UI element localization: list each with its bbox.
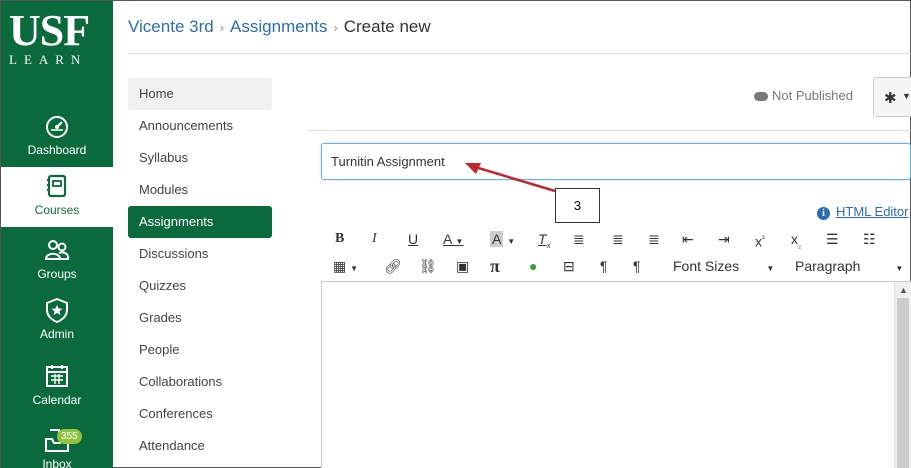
background-color-icon[interactable]: A ▼: [490, 228, 515, 253]
nav-courses-label: Courses: [34, 203, 80, 217]
subscript-icon[interactable]: x₂: [791, 228, 801, 257]
nav-dashboard[interactable]: Dashboard: [1, 113, 113, 173]
nav-courses[interactable]: Courses: [1, 167, 113, 227]
course-nav-people[interactable]: People: [128, 334, 272, 366]
rtl-icon[interactable]: ¶: [633, 255, 641, 277]
clear-formatting-icon[interactable]: Tx: [538, 228, 551, 257]
italic-icon[interactable]: I: [372, 228, 377, 250]
course-navigation: Home Announcements Syllabus Modules Assi…: [128, 78, 272, 462]
editor-scrollbar[interactable]: ▲: [894, 282, 911, 468]
equation-icon[interactable]: π: [490, 255, 500, 277]
calendar-icon: [46, 365, 68, 387]
logo-main: USF: [9, 6, 90, 55]
html-editor-label: HTML Editor: [836, 204, 909, 219]
course-nav-conferences[interactable]: Conferences: [128, 398, 272, 430]
breadcrumb-separator: ›: [219, 20, 225, 35]
course-nav-discussions[interactable]: Discussions: [128, 238, 272, 270]
nav-dashboard-label: Dashboard: [27, 143, 87, 157]
outdent-icon[interactable]: ⇤: [682, 228, 694, 250]
groups-icon: [44, 240, 70, 260]
text-color-icon[interactable]: A ▼: [443, 228, 463, 253]
gear-icon: ✱: [884, 90, 897, 107]
course-nav-collaborations[interactable]: Collaborations: [128, 366, 272, 398]
nav-groups-label: Groups: [37, 267, 77, 281]
nav-admin[interactable]: Admin: [1, 297, 113, 357]
image-icon[interactable]: ▣: [456, 255, 469, 277]
course-nav-attendance[interactable]: Attendance: [128, 430, 272, 462]
logo-sub: LEARN: [9, 52, 88, 67]
nav-calendar[interactable]: Calendar: [1, 363, 113, 423]
paragraph-dropdown[interactable]: Paragraph ▼: [795, 255, 903, 280]
align-left-icon[interactable]: ≣: [573, 228, 585, 250]
breadcrumb: Vicente 3rd › Assignments › Create new: [128, 17, 431, 37]
embed-icon[interactable]: ⊟: [563, 255, 575, 277]
global-navigation: USF LEARN Dashboard Courses Groups Admin…: [1, 1, 113, 468]
bullet-list-icon[interactable]: ☰: [826, 228, 839, 250]
course-nav-grades[interactable]: Grades: [128, 302, 272, 334]
admin-icon: [46, 297, 68, 323]
course-nav-modules[interactable]: Modules: [128, 174, 272, 206]
superscript-icon[interactable]: x²: [755, 228, 765, 253]
align-right-icon[interactable]: ≣: [648, 228, 660, 250]
header-divider: [128, 53, 911, 54]
cloud-icon: [754, 92, 768, 102]
caret-down-icon: ▼: [902, 91, 911, 101]
settings-menu-button[interactable]: ✱ ▼: [873, 77, 911, 117]
bold-icon[interactable]: B: [335, 228, 344, 250]
course-nav-announcements[interactable]: Announcements: [128, 110, 272, 142]
assignment-title-input[interactable]: [321, 143, 911, 180]
info-icon: i: [817, 207, 830, 220]
course-nav-home[interactable]: Home: [128, 78, 272, 110]
nav-inbox-label: Inbox: [42, 457, 72, 468]
nav-admin-label: Admin: [39, 327, 74, 341]
unlink-icon[interactable]: ⛓︎: [419, 255, 437, 277]
table-icon[interactable]: ▦ ▼: [333, 255, 358, 280]
course-nav-assignments[interactable]: Assignments: [128, 206, 272, 238]
underline-icon[interactable]: U: [408, 228, 418, 250]
nav-calendar-label: Calendar: [32, 393, 82, 407]
annotation-step-box: 3: [555, 188, 600, 223]
breadcrumb-course-link[interactable]: Vicente 3rd: [128, 17, 214, 36]
ltr-icon[interactable]: ¶: [600, 255, 608, 277]
course-nav-quizzes[interactable]: Quizzes: [128, 270, 272, 302]
align-center-icon[interactable]: ≣: [612, 228, 624, 250]
indent-icon[interactable]: ⇥: [718, 228, 730, 250]
link-icon[interactable]: 🔗︎: [384, 255, 402, 277]
toolbar-divider: [308, 130, 911, 131]
scroll-up-arrow-icon[interactable]: ▲: [899, 285, 908, 295]
html-editor-toggle[interactable]: i HTML Editor: [817, 204, 908, 220]
numbered-list-icon[interactable]: ☷: [863, 228, 876, 250]
usf-learn-logo[interactable]: USF LEARN: [9, 6, 105, 71]
breadcrumb-assignments-link[interactable]: Assignments: [230, 17, 327, 36]
dashboard-icon: [46, 116, 68, 138]
font-sizes-label: Font Sizes: [673, 258, 740, 274]
publish-status-label: Not Published: [772, 88, 853, 103]
breadcrumb-separator: ›: [333, 20, 338, 35]
media-icon[interactable]: ●: [529, 255, 537, 277]
font-sizes-dropdown[interactable]: Font Sizes ▼: [673, 255, 774, 280]
paragraph-label: Paragraph: [795, 258, 861, 274]
publish-status: Not Published: [754, 88, 853, 103]
course-nav-syllabus[interactable]: Syllabus: [128, 142, 272, 174]
rich-text-editor-body[interactable]: ▲: [321, 281, 911, 468]
breadcrumb-current: Create new: [343, 17, 431, 36]
nav-groups[interactable]: Groups: [1, 229, 113, 289]
courses-icon: [47, 174, 67, 198]
scrollbar-thumb[interactable]: [897, 298, 909, 468]
inbox-unread-badge: 355: [57, 429, 82, 444]
nav-inbox[interactable]: 355 Inbox: [1, 427, 113, 468]
